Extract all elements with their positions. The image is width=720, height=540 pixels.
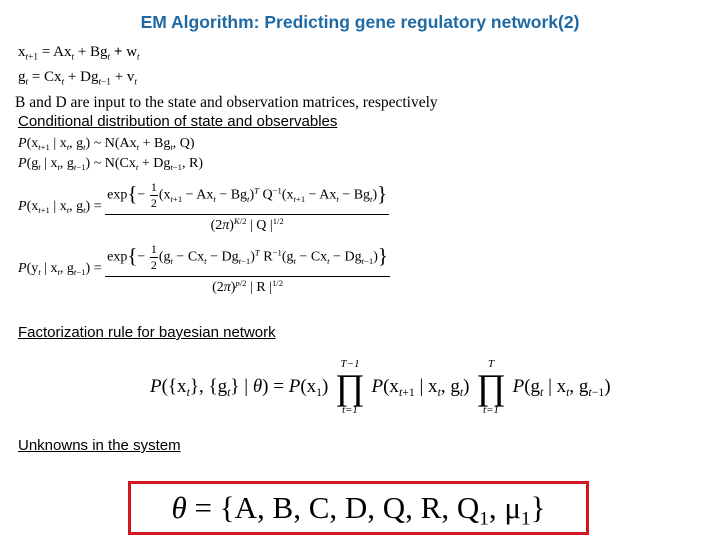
observation-pdf: P(yt | xt, gt−1) = exp{− 1 2 (gt − Cxt − D… [18, 242, 391, 295]
factorization-formula: P({xt}, {gt} | θ) = P(x1) T−1 ∏ t=1 P(xt… [150, 358, 611, 416]
slide-title: EM Algorithm: Predicting gene regulatory… [140, 12, 580, 32]
product-operator: T−1 ∏ t=1 [335, 358, 365, 416]
section-heading-factorization: Factorization rule for bayesian network [18, 324, 276, 341]
state-pdf: P(xt+1 | xt, gt) = exp{− 1 2 (xt+1 − Axt −… [18, 180, 390, 233]
unknowns-formula: θ = {A, B, C, D, Q, R, Q1, μ1} [171, 490, 546, 530]
section-heading-unknowns: Unknowns in the system [18, 437, 181, 454]
observation-equation: gt = Cxt + Dgt−1 + vt [18, 69, 138, 88]
product-operator: T ∏ t=1 [476, 358, 506, 416]
state-equation: xt+1 = Axt + Bgt + wt [18, 44, 140, 63]
unknowns-box: θ = {A, B, C, D, Q, R, Q1, μ1} [128, 481, 589, 535]
product-lower-limit: t=1 [483, 404, 500, 416]
state-distribution: P(xt+1 | xt, gt) ~ N(Axt + Bgt, Q) [18, 136, 195, 153]
model-note: B and D are input to the state and obser… [15, 94, 438, 111]
observation-distribution: P(gt | xt, gt−1) ~ N(Cxt + Dgt−1, R) [18, 156, 203, 173]
product-lower-limit: t=1 [341, 404, 358, 416]
section-heading-conditional: Conditional distribution of state and ob… [18, 113, 338, 130]
